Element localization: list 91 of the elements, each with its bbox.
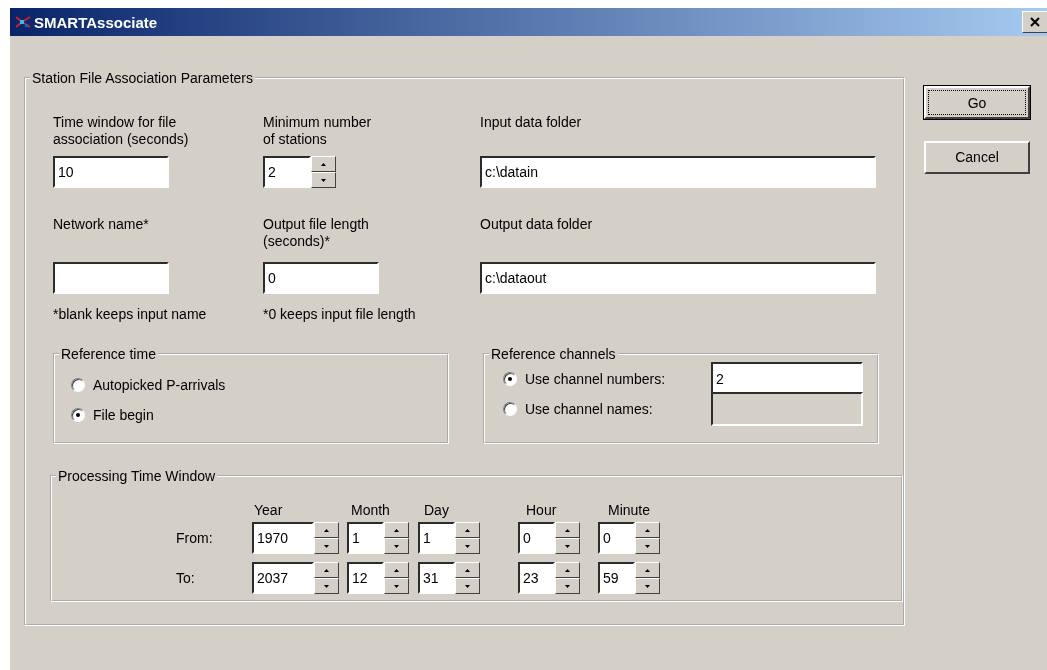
spin-down-button[interactable] [635,578,660,594]
group-title: Station File Association Parameters [31,70,254,86]
group-title: Processing Time Window [57,468,217,484]
input-field[interactable]: c:\dataout [480,262,876,294]
radio-label[interactable]: File begin [93,407,154,423]
down-arrow-icon [645,544,650,548]
down-arrow-icon [465,584,470,588]
input-field[interactable]: 0 [598,522,635,554]
input-field[interactable]: 2 [263,156,311,188]
spin-up-button[interactable] [455,562,480,578]
up-arrow-icon [465,528,470,532]
row-label: From: [176,530,214,546]
spin-up-button[interactable] [555,522,580,538]
up-arrow-icon [324,528,329,532]
down-arrow-icon [645,584,650,588]
dialog-button[interactable]: Go [924,86,1030,119]
app-logo-icon [14,14,32,30]
up-arrow-icon [565,568,570,572]
field-label: Time window for file association (seconds) [53,114,190,149]
field-label: Minimum number of stations [263,114,373,149]
spin-up-button[interactable] [384,562,409,578]
spin-down-button[interactable] [384,538,409,554]
spin-up-button[interactable] [635,522,660,538]
input-field[interactable]: 1970 [252,522,314,554]
spin-up-button[interactable] [314,522,339,538]
down-arrow-icon [324,544,329,548]
spin-up-button[interactable] [635,562,660,578]
down-arrow-icon [394,584,399,588]
field-label: Output data folder [480,216,594,234]
spin-up-button[interactable] [314,562,339,578]
close-button[interactable] [1022,11,1047,33]
input-field[interactable]: 59 [598,562,635,594]
spin-up-button[interactable] [384,522,409,538]
window-title: SMARTAssociate [34,13,159,31]
down-arrow-icon [324,584,329,588]
input-field[interactable]: 23 [518,562,555,594]
spin-down-button[interactable] [314,538,339,554]
field-label: Network name* [53,216,150,234]
dialog-button[interactable]: Cancel [924,141,1030,174]
up-arrow-icon [321,162,326,166]
radio-button[interactable] [503,372,517,386]
spin-up-button[interactable] [455,522,480,538]
up-arrow-icon [465,568,470,572]
field-label: Output file length (seconds)* [263,216,370,251]
spin-down-button[interactable] [384,578,409,594]
up-arrow-icon [645,568,650,572]
input-field[interactable]: 0 [263,262,379,294]
down-arrow-icon [394,544,399,548]
input-field[interactable]: 10 [53,156,169,188]
spin-up-button[interactable] [555,562,580,578]
input-field[interactable] [53,262,169,294]
spin-down-button[interactable] [635,538,660,554]
spin-down-button[interactable] [455,578,480,594]
input-field[interactable]: 31 [418,562,455,594]
field-label: Input data folder [480,114,583,132]
down-arrow-icon [565,544,570,548]
note-text: *0 keeps input file length [263,306,417,322]
spin-up-button[interactable] [311,156,336,172]
down-arrow-icon [565,584,570,588]
input-field[interactable]: 1 [418,522,455,554]
spin-down-button[interactable] [455,538,480,554]
close-icon [1030,17,1040,27]
up-arrow-icon [394,528,399,532]
input-field[interactable]: 2037 [252,562,314,594]
column-header: Minute [607,502,652,518]
input-field[interactable]: 12 [347,562,384,594]
spin-down-button[interactable] [314,578,339,594]
note-text: *blank keeps input name [53,306,208,322]
spin-down-button[interactable] [555,538,580,554]
up-arrow-icon [324,568,329,572]
down-arrow-icon [465,544,470,548]
column-header: Year [253,502,284,518]
input-field[interactable]: c:\datain [480,156,876,188]
column-header: Month [350,502,391,518]
spin-down-button[interactable] [311,172,336,188]
radio-label[interactable]: Autopicked P-arrivals [93,377,226,393]
column-header: Day [423,502,450,518]
radio-label[interactable]: Use channel numbers: [525,371,666,387]
input-field[interactable]: 1 [347,522,384,554]
group-title: Reference time [60,346,157,362]
up-arrow-icon [394,568,399,572]
column-header: Hour [525,502,558,518]
spin-down-button[interactable] [555,578,580,594]
up-arrow-icon [645,528,650,532]
row-label: To: [176,570,196,586]
group-title: Reference channels [490,346,617,362]
down-arrow-icon [321,178,326,182]
radio-button[interactable] [71,408,85,422]
input-field[interactable]: 0 [518,522,555,554]
up-arrow-icon [565,528,570,532]
radio-button[interactable] [71,378,85,392]
